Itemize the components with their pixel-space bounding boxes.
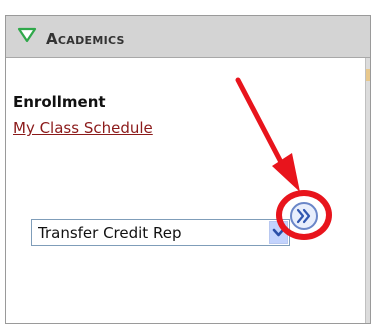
panel-header[interactable]: Academics (6, 16, 370, 58)
enrollment-heading: Enrollment (13, 93, 106, 111)
red-arrow-icon (235, 77, 300, 192)
scrollbar-marker (366, 69, 370, 81)
academics-select[interactable]: Transfer Credit Rep (31, 219, 290, 246)
panel-scrollbar[interactable] (365, 58, 370, 323)
panel-title: Academics (46, 30, 125, 48)
select-value: Transfer Credit Rep (38, 224, 182, 242)
academics-panel: Academics Enrollment My Class Schedule T… (5, 15, 371, 324)
my-class-schedule-link[interactable]: My Class Schedule (13, 119, 153, 137)
triangle-down-icon[interactable] (17, 27, 37, 43)
